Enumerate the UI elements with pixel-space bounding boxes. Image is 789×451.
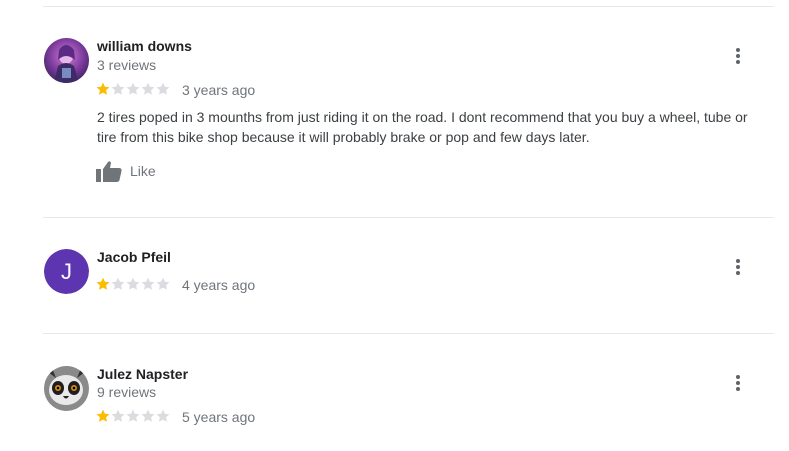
avatar-letter: J	[44, 249, 89, 294]
more-vert-icon	[736, 48, 740, 64]
star-icon	[126, 409, 140, 422]
more-vert-icon	[736, 375, 740, 391]
avatar-photo	[44, 366, 89, 411]
star-icon	[141, 277, 155, 290]
reviewer-avatar[interactable]: J	[44, 249, 89, 294]
star-icon	[96, 82, 110, 95]
star-icon	[96, 277, 110, 290]
reviewer-review-count: 9 reviews	[97, 384, 157, 400]
star-icon	[141, 409, 155, 422]
star-rating	[96, 409, 170, 423]
reviewer-name[interactable]: Julez Napster	[97, 366, 188, 382]
review-date: 3 years ago	[182, 82, 256, 98]
review-date: 5 years ago	[182, 409, 256, 425]
reviewer-name[interactable]: william downs	[97, 38, 192, 54]
reviewer-review-count: 3 reviews	[97, 57, 157, 73]
star-rating	[96, 82, 170, 96]
star-icon	[111, 277, 125, 290]
more-options-button[interactable]	[724, 253, 752, 281]
star-icon	[111, 409, 125, 422]
reviewer-avatar[interactable]	[44, 366, 89, 411]
star-icon	[156, 409, 170, 422]
divider	[43, 333, 774, 334]
avatar-photo	[44, 38, 89, 83]
like-label: Like	[130, 163, 156, 179]
star-icon	[126, 82, 140, 95]
star-icon	[156, 82, 170, 95]
reviews-list: william downs 3 reviews 3 years ago 2 ti…	[0, 0, 789, 451]
more-vert-icon	[736, 259, 740, 275]
star-icon	[126, 277, 140, 290]
reviewer-avatar[interactable]	[44, 38, 89, 83]
reviewer-name[interactable]: Jacob Pfeil	[97, 249, 171, 265]
review-text: 2 tires poped in 3 mounths from just rid…	[97, 109, 748, 145]
more-options-button[interactable]	[724, 42, 752, 70]
divider	[43, 217, 774, 218]
star-icon	[156, 277, 170, 290]
like-button[interactable]: Like	[96, 160, 156, 182]
star-icon	[111, 82, 125, 95]
more-options-button[interactable]	[724, 369, 752, 397]
star-rating	[96, 277, 170, 291]
star-icon	[96, 409, 110, 422]
review-date: 4 years ago	[182, 277, 256, 293]
thumbs-up-icon	[96, 161, 122, 182]
divider	[43, 6, 774, 7]
star-icon	[141, 82, 155, 95]
